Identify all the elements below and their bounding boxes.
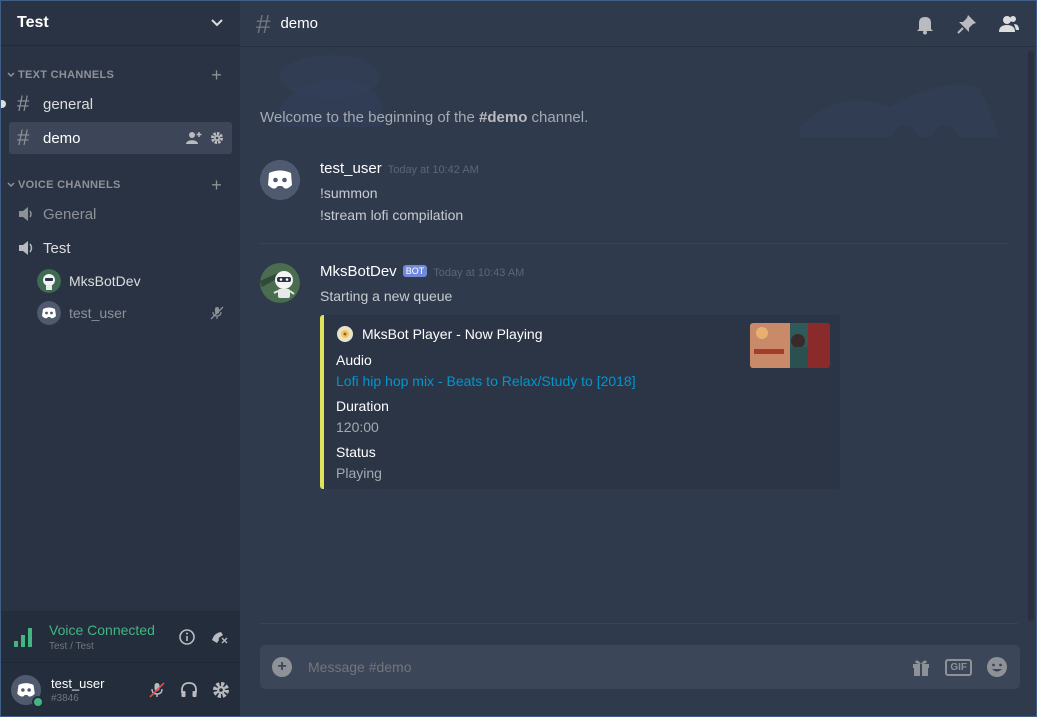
voice-user-mksbotdev[interactable]: MksBotDev xyxy=(37,265,232,297)
gif-button[interactable]: GIF xyxy=(945,658,972,676)
category-label: VOICE CHANNELS xyxy=(18,179,121,191)
message-text: Starting a new queue xyxy=(320,288,453,304)
channel-name: general xyxy=(43,95,94,113)
gear-icon[interactable] xyxy=(212,681,230,699)
message-timestamp: Today at 10:42 AM xyxy=(387,164,479,176)
muted-mic-icon xyxy=(210,306,224,320)
headphones-icon[interactable] xyxy=(180,681,198,699)
embed-author-name: MksBot Player - Now Playing xyxy=(362,326,543,342)
bot-avatar xyxy=(37,269,61,293)
embed-field-name: Duration xyxy=(336,398,389,414)
voice-channel-name: Test xyxy=(43,239,71,257)
app-window: Test TEXT CHANNELS + # general # demo VO… xyxy=(0,0,1037,717)
hash-icon: # xyxy=(17,125,30,150)
add-channel-icon[interactable]: + xyxy=(211,176,222,194)
voice-status[interactable]: Voice Connected xyxy=(49,622,155,638)
signal-strength-icon xyxy=(14,627,32,647)
pin-icon[interactable] xyxy=(956,13,978,35)
disconnect-icon[interactable] xyxy=(210,628,228,646)
server-name: Test xyxy=(17,14,49,31)
gear-icon[interactable] xyxy=(210,131,224,145)
message-text: !summon xyxy=(320,185,378,201)
hash-icon: # xyxy=(17,91,30,116)
chevron-down-icon xyxy=(7,72,15,78)
audio-link[interactable]: Lofi hip hop mix - Beats to Relax/Study … xyxy=(336,373,828,389)
server-header[interactable]: Test xyxy=(1,1,240,46)
voice-user-name: test_user xyxy=(69,305,127,321)
add-channel-icon[interactable]: + xyxy=(211,66,222,84)
channel-item-demo[interactable]: # demo xyxy=(9,122,232,154)
voice-user-name: MksBotDev xyxy=(69,273,141,289)
user-panel: test_user #3846 xyxy=(1,663,240,716)
user-tag: #3846 xyxy=(51,692,79,704)
username: test_user xyxy=(51,675,105,691)
chat-area: # demo Welcome to the beginning of the #… xyxy=(240,1,1036,716)
channel-name: demo xyxy=(43,129,81,147)
voice-channel-test[interactable]: Test xyxy=(9,232,232,264)
category-voice-channels[interactable]: VOICE CHANNELS + xyxy=(1,176,240,194)
category-text-channels[interactable]: TEXT CHANNELS + xyxy=(1,66,240,84)
voice-connection-panel: Voice Connected Test / Test xyxy=(1,611,240,663)
scrollbar[interactable] xyxy=(1028,51,1034,621)
voice-channel-general[interactable]: General xyxy=(9,198,232,230)
embed-field-value: 120:00 xyxy=(336,419,379,435)
upload-button[interactable]: + xyxy=(272,657,292,677)
bell-icon[interactable] xyxy=(914,13,936,35)
player-icon xyxy=(337,326,353,342)
gift-icon[interactable] xyxy=(911,657,931,677)
channel-sidebar: Test TEXT CHANNELS + # general # demo VO… xyxy=(1,1,240,716)
member-list-icon[interactable] xyxy=(998,13,1020,35)
bot-avatar[interactable] xyxy=(260,263,300,303)
message-input[interactable] xyxy=(308,659,912,675)
voice-user-test-user[interactable]: test_user xyxy=(37,297,232,329)
mute-mic-icon[interactable] xyxy=(148,681,166,699)
message-composer: + GIF xyxy=(260,645,1020,689)
message-author[interactable]: test_user xyxy=(320,160,382,177)
video-thumbnail[interactable] xyxy=(750,323,830,368)
discord-avatar xyxy=(37,301,61,325)
rich-embed: MksBot Player - Now Playing Audio Lofi h… xyxy=(320,315,840,489)
user-avatar[interactable] xyxy=(11,674,44,708)
discord-avatar[interactable] xyxy=(260,160,300,200)
composer-divider xyxy=(260,623,1018,624)
category-label: TEXT CHANNELS xyxy=(18,69,115,81)
welcome-suffix: channel. xyxy=(527,109,589,126)
voice-channel-name: General xyxy=(43,205,97,223)
info-icon[interactable] xyxy=(178,628,196,646)
message-author[interactable]: MksBotDev xyxy=(320,263,397,280)
emoji-icon[interactable] xyxy=(986,656,1008,678)
chevron-down-icon xyxy=(7,182,15,188)
channel-title: demo xyxy=(280,15,318,32)
channel-header: # demo xyxy=(240,1,1036,47)
voice-location: Test / Test xyxy=(49,640,94,652)
message-timestamp: Today at 10:43 AM xyxy=(433,267,525,279)
unread-indicator xyxy=(1,100,6,108)
hash-icon: # xyxy=(256,8,271,39)
online-status-dot xyxy=(32,695,44,708)
channel-watermark xyxy=(280,55,1000,147)
channel-item-general[interactable]: # general xyxy=(1,88,232,120)
bot-badge: BOT xyxy=(402,265,428,277)
welcome-prefix: Welcome to the beginning of the xyxy=(260,109,480,126)
embed-field-value: Playing xyxy=(336,465,382,481)
speaker-icon xyxy=(19,241,33,255)
welcome-channel: #demo xyxy=(479,109,528,126)
speaker-icon xyxy=(19,207,32,221)
message-text: !stream lofi compilation xyxy=(320,207,464,223)
embed-field-name: Status xyxy=(336,444,376,460)
invite-user-icon[interactable] xyxy=(186,131,202,145)
channel-welcome-text: Welcome to the beginning of the #demo ch… xyxy=(260,109,588,126)
chevron-down-icon xyxy=(211,19,223,27)
message-divider xyxy=(260,243,1008,244)
